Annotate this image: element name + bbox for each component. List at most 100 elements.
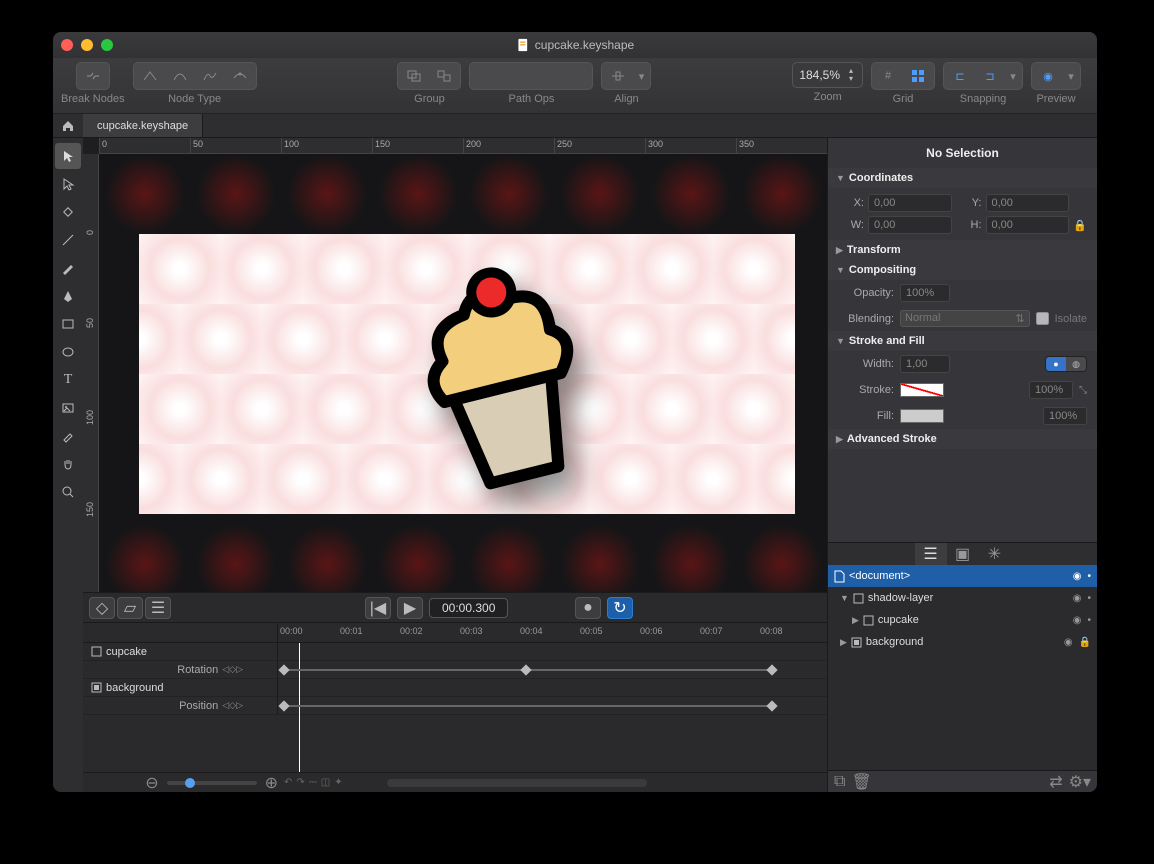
group-button[interactable] bbox=[400, 65, 428, 87]
layer-document[interactable]: <document>◉• bbox=[828, 565, 1097, 587]
timeline-zoom-slider[interactable] bbox=[167, 781, 257, 785]
rect-tool[interactable] bbox=[55, 311, 81, 337]
current-time[interactable]: 00:00.300 bbox=[429, 598, 508, 618]
ellipse-tool[interactable] bbox=[55, 339, 81, 365]
layer-background[interactable]: ▶background◉🔒 bbox=[828, 631, 1097, 653]
pencil-tool[interactable] bbox=[55, 255, 81, 281]
ungroup-button[interactable] bbox=[430, 65, 458, 87]
width-mode-toggle[interactable]: ●◍ bbox=[1045, 356, 1087, 372]
artboard[interactable] bbox=[139, 234, 795, 514]
close-button[interactable] bbox=[61, 39, 73, 51]
go-start-button[interactable]: |◀ bbox=[365, 597, 391, 619]
file-tab[interactable]: cupcake.keyshape bbox=[83, 114, 203, 137]
zoom-field[interactable]: 184,5%▴▾ bbox=[792, 62, 863, 88]
zoom-out-icon[interactable]: ⊖ bbox=[145, 773, 158, 793]
tl-opt[interactable]: ↷ bbox=[296, 777, 304, 788]
text-tool[interactable]: T bbox=[55, 367, 81, 393]
visibility-icon[interactable]: ◉ bbox=[1073, 615, 1082, 626]
link-icon[interactable]: ⤡ bbox=[1079, 385, 1087, 396]
visibility-icon[interactable]: ◉ bbox=[1073, 593, 1082, 604]
position-track[interactable] bbox=[278, 697, 827, 714]
pathop-subtract[interactable] bbox=[502, 65, 530, 87]
keyframe-nav[interactable]: ◁◇▷ bbox=[222, 700, 243, 711]
zoom-down[interactable]: ▾ bbox=[846, 74, 856, 82]
stroke-opacity[interactable] bbox=[1029, 381, 1073, 399]
property-label[interactable]: Position bbox=[179, 700, 218, 712]
blending-select[interactable]: Normal⇅ bbox=[900, 310, 1030, 327]
snap-menu[interactable]: ▾ bbox=[1006, 65, 1020, 87]
eyedropper-tool[interactable] bbox=[55, 423, 81, 449]
section-coordinates[interactable]: ▼Coordinates bbox=[828, 168, 1097, 188]
w-input[interactable] bbox=[868, 216, 952, 234]
pen-tool[interactable] bbox=[55, 283, 81, 309]
node-tool[interactable] bbox=[55, 199, 81, 225]
minimize-button[interactable] bbox=[81, 39, 93, 51]
opacity-input[interactable] bbox=[900, 284, 950, 302]
lock-icon[interactable]: 🔒 bbox=[1079, 637, 1091, 648]
layer-cupcake[interactable]: ▶cupcake◉• bbox=[828, 609, 1097, 631]
tl-view-b[interactable]: ▱ bbox=[117, 597, 143, 619]
node-corner-button[interactable] bbox=[136, 65, 164, 87]
tl-view-c[interactable]: ☰ bbox=[145, 597, 171, 619]
zoom-button[interactable] bbox=[101, 39, 113, 51]
loop-button[interactable]: ↻ bbox=[607, 597, 633, 619]
line-tool[interactable] bbox=[55, 227, 81, 253]
fill-opacity[interactable] bbox=[1043, 407, 1087, 425]
gear-icon[interactable]: ⚙▾ bbox=[1069, 772, 1091, 792]
grid-toggle[interactable]: # bbox=[874, 65, 902, 87]
stroke-swatch[interactable] bbox=[900, 383, 944, 397]
track-label[interactable]: background bbox=[106, 682, 164, 694]
play-button[interactable]: ▶ bbox=[397, 597, 423, 619]
section-adv-stroke[interactable]: ▶Advanced Stroke bbox=[828, 429, 1097, 449]
section-compositing[interactable]: ▼Compositing bbox=[828, 260, 1097, 280]
stroke-width-input[interactable] bbox=[900, 355, 950, 373]
section-transform[interactable]: ▶Transform bbox=[828, 240, 1097, 260]
keyframe-nav[interactable]: ◁◇▷ bbox=[222, 664, 243, 675]
align-menu[interactable]: ▾ bbox=[634, 65, 648, 87]
rotation-track[interactable] bbox=[278, 661, 827, 678]
lock-icon[interactable]: 🔒 bbox=[1073, 219, 1087, 232]
home-tab[interactable] bbox=[53, 114, 83, 137]
canvas-area[interactable]: 0 50 100 150 200 250 300 350 0 50 100 15… bbox=[83, 138, 827, 592]
record-button[interactable]: ● bbox=[575, 597, 601, 619]
pathop-intersect[interactable] bbox=[532, 65, 560, 87]
tl-opt[interactable]: ✦ bbox=[334, 777, 342, 788]
pathop-exclude[interactable] bbox=[562, 65, 590, 87]
zoom-tool[interactable] bbox=[55, 479, 81, 505]
visibility-icon[interactable]: ◉ bbox=[1064, 637, 1073, 648]
preview-menu[interactable]: ▾ bbox=[1064, 65, 1078, 87]
pathop-union[interactable] bbox=[472, 65, 500, 87]
isolate-check[interactable] bbox=[1036, 312, 1049, 325]
x-input[interactable] bbox=[868, 194, 952, 212]
timeline-ruler[interactable]: 00:00 00:01 00:02 00:03 00:04 00:05 00:0… bbox=[83, 623, 827, 643]
h-input[interactable] bbox=[986, 216, 1070, 234]
layer-shadow[interactable]: ▼shadow-layer◉• bbox=[828, 587, 1097, 609]
layers-tab[interactable]: ☰ bbox=[915, 543, 947, 565]
tl-opt[interactable]: ↶ bbox=[284, 777, 292, 788]
visibility-icon[interactable]: ◉ bbox=[1073, 571, 1082, 582]
timeline-scrollbar[interactable] bbox=[387, 779, 647, 787]
zoom-in-icon[interactable]: ⊕ bbox=[265, 773, 278, 793]
fill-swatch[interactable] bbox=[900, 409, 944, 423]
symbols-tab[interactable]: ▣ bbox=[947, 543, 979, 565]
hand-tool[interactable] bbox=[55, 451, 81, 477]
snap-a[interactable]: ⊏ bbox=[946, 65, 974, 87]
tl-view-a[interactable]: ◇ bbox=[89, 597, 115, 619]
node-auto-button[interactable] bbox=[226, 65, 254, 87]
tl-opt[interactable]: ◫ bbox=[321, 777, 330, 788]
property-label[interactable]: Rotation bbox=[177, 664, 218, 676]
effects-tab[interactable]: ✳ bbox=[979, 543, 1011, 565]
direct-select-tool[interactable] bbox=[55, 171, 81, 197]
break-nodes-button[interactable] bbox=[79, 65, 107, 87]
preview-button[interactable]: ◉ bbox=[1034, 65, 1062, 87]
duplicate-icon[interactable]: ⧉ bbox=[834, 773, 845, 791]
cupcake-illustration[interactable] bbox=[399, 248, 599, 498]
node-smooth-button[interactable] bbox=[166, 65, 194, 87]
image-tool[interactable] bbox=[55, 395, 81, 421]
y-input[interactable] bbox=[986, 194, 1070, 212]
node-asym-button[interactable] bbox=[196, 65, 224, 87]
select-tool[interactable] bbox=[55, 143, 81, 169]
track-label[interactable]: cupcake bbox=[106, 646, 147, 658]
canvas-viewport[interactable] bbox=[99, 154, 827, 592]
tl-opt[interactable]: ⎓ bbox=[309, 777, 317, 788]
